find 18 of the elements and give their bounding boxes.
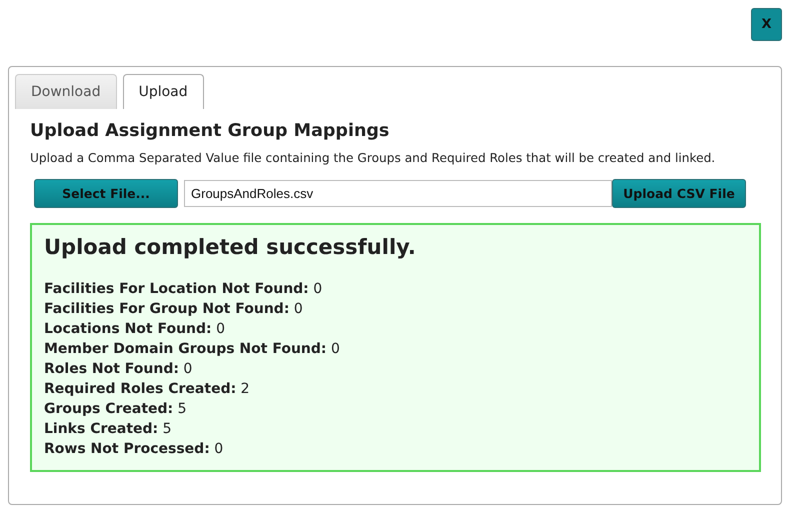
section-heading: Upload Assignment Group Mappings [30,121,390,141]
result-line: Facilities For Location Not Found: 0 [44,280,324,299]
result-title: Upload completed successfully. [44,235,417,259]
result-line: Locations Not Found: 0 [44,320,226,339]
result-line: Links Created: 5 [44,420,172,439]
select-file-button[interactable]: Select File... [34,179,178,208]
result-line: Required Roles Created: 2 [44,380,251,399]
result-line: Facilities For Group Not Found: 0 [44,300,304,319]
description-text: Upload a Comma Separated Value file containing the Groups and Required Roles that will be created and linked. [30,151,716,165]
result-line: Groups Created: 5 [44,400,188,419]
result-line: Roles Not Found: 0 [44,360,194,379]
upload-button[interactable]: Upload CSV File [612,179,746,208]
close-button[interactable]: X [751,8,782,41]
result-line: Member Domain Groups Not Found: 0 [44,340,341,359]
result-line: Rows Not Processed: 0 [44,440,224,459]
tab[interactable]: Upload [122,74,204,109]
tab[interactable]: Download [15,74,117,109]
file-name-field[interactable]: GroupsAndRoles.csv [184,180,612,207]
